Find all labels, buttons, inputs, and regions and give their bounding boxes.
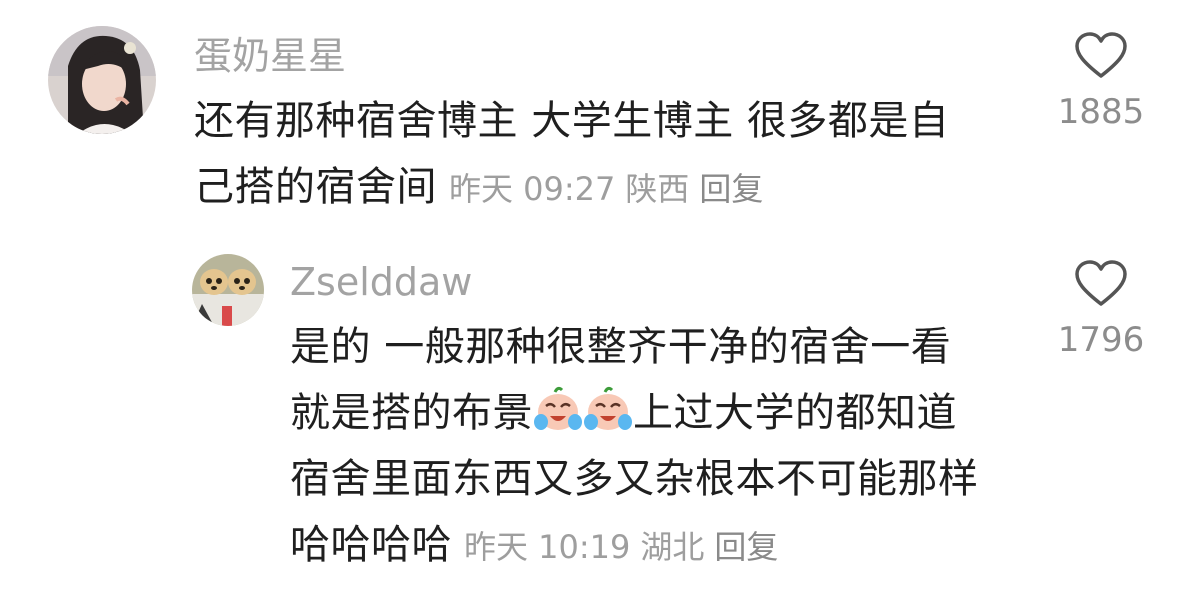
like-button[interactable]: 1796 [1046, 260, 1156, 362]
avatar[interactable] [192, 254, 264, 326]
avatar[interactable] [48, 26, 156, 134]
reply-button[interactable]: 回复 [699, 170, 763, 208]
comment-line: 是的 一般那种很整齐干净的宿舍一看 [290, 324, 952, 370]
comment-line-last: 哈哈哈哈 昨天 10:19 湖北 回复 [290, 512, 1030, 580]
username[interactable]: 蛋奶星星 [194, 32, 346, 80]
location: 湖北 [640, 528, 705, 566]
like-button[interactable]: 1885 [1046, 32, 1156, 134]
like-count: 1796 [1057, 320, 1145, 360]
comment-line-with-emoji: 就是搭的布景 上过大学的都知道 [290, 380, 1030, 446]
timestamp: 昨天 10:19 [464, 528, 631, 566]
comment-text: 是的 一般那种很整齐干净的宿舍一看 就是搭的布景 上过大学的都知道 宿舍里面东西… [290, 314, 1030, 580]
comment-text: 还有那种宿舍博主 大学生博主 很多都是自 己搭的宿舍间 昨天 09:27 陕西 回复 [194, 88, 1014, 222]
crying-laughing-sticker-icon [584, 386, 632, 430]
comment-meta: 昨天 10:19 湖北 回复 [464, 528, 788, 566]
like-count: 1885 [1057, 92, 1145, 132]
comment-line-last: 己搭的宿舍间 昨天 09:27 陕西 回复 [194, 154, 1014, 222]
comment-line: 就是搭的布景 [290, 390, 533, 436]
comment-line: 哈哈哈哈 [290, 522, 452, 568]
heart-icon [1075, 260, 1127, 306]
comment-meta: 昨天 09:27 陕西 回复 [449, 170, 773, 208]
reply-item: Zselddaw 是的 一般那种很整齐干净的宿舍一看 就是搭的布景 上过大学的都… [0, 230, 1179, 592]
comment-line: 上过大学的都知道 [633, 390, 957, 436]
comment-item: 蛋奶星星 还有那种宿舍博主 大学生博主 很多都是自 己搭的宿舍间 昨天 09:27… [0, 0, 1179, 230]
timestamp: 昨天 09:27 [449, 170, 616, 208]
comment-line: 宿舍里面东西又多又杂根本不可能那样 [290, 456, 979, 502]
location: 陕西 [625, 170, 690, 208]
username[interactable]: Zselddaw [290, 258, 472, 306]
reply-button[interactable]: 回复 [714, 528, 778, 566]
comment-line: 还有那种宿舍博主 大学生博主 很多都是自 [194, 98, 950, 144]
comment-line: 己搭的宿舍间 [194, 164, 437, 210]
profile-photo-girl-icon [48, 26, 156, 134]
profile-photo-dogs-icon [192, 254, 264, 326]
crying-laughing-sticker-icon [534, 386, 582, 430]
heart-icon [1075, 32, 1127, 78]
